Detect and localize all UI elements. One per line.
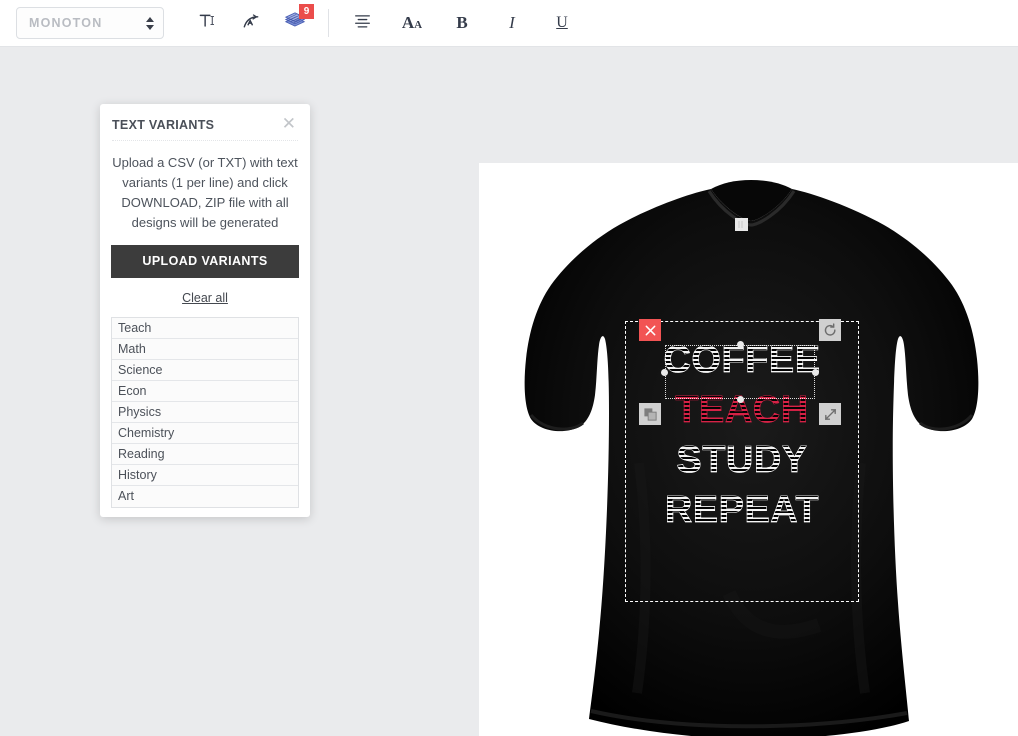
collar-tag [735,218,748,231]
align-button[interactable] [343,4,381,42]
list-item[interactable]: Teach [112,318,298,339]
list-item[interactable]: Chemistry [112,423,298,444]
italic-icon: I [509,13,515,32]
handle-mid-left[interactable] [661,368,668,376]
underline-button[interactable]: U [543,4,581,42]
spinner-arrows-icon [145,16,155,30]
panel-header: TEXT VARIANTS ✕ [100,104,310,140]
handle-mid-top[interactable] [736,341,744,348]
list-item[interactable]: Econ [112,381,298,402]
handle-mid-right[interactable] [812,368,819,376]
text-cursor-icon [198,11,217,35]
rotate-icon [824,322,836,336]
duplicate-layer-button[interactable] [639,403,661,425]
bold-button[interactable]: B [443,4,481,42]
upload-variants-button[interactable]: UPLOAD VARIANTS [111,245,299,278]
toolbar-divider [328,9,329,37]
panel-description: Upload a CSV (or TXT) with text variants… [112,155,298,230]
list-item[interactable]: History [112,465,298,486]
layers-count-badge: 9 [299,4,314,19]
resize-arrow-icon [824,408,836,420]
align-center-icon [354,13,371,34]
delete-layer-button[interactable] [639,319,661,341]
list-item[interactable]: Science [112,360,298,381]
handle-mid-bottom[interactable] [736,396,744,403]
variants-list[interactable]: Teach Math Science Econ Physics Chemistr… [111,317,299,508]
underline-icon: U [556,14,568,31]
curve-text-button[interactable] [232,4,270,42]
selection-frame [665,345,815,399]
resize-layer-button[interactable] [819,403,841,425]
close-icon[interactable]: ✕ [280,115,298,132]
clear-all-link[interactable]: Clear all [100,291,310,305]
bold-icon: B [456,13,468,32]
layers-button[interactable]: 9 [276,4,314,42]
panel-title: TEXT VARIANTS [112,118,215,132]
top-toolbar: MONOTON 9 AA B I U [0,0,1018,47]
font-family-value: MONOTON [29,16,103,30]
copy-icon [643,407,657,421]
text-tool-button[interactable] [188,4,226,42]
product-canvas[interactable]: COFFEE TEACH STUDY REPEAT [479,163,1018,736]
font-size-icon: AA [401,13,423,32]
text-variants-panel: TEXT VARIANTS ✕ Upload a CSV (or TXT) wi… [100,104,310,517]
font-family-select[interactable]: MONOTON [16,7,164,39]
editor-workspace: COFFEE TEACH STUDY REPEAT [0,47,1018,736]
selection-overlay[interactable] [639,319,841,425]
rotate-layer-button[interactable] [819,319,841,341]
list-item[interactable]: Art [112,486,298,507]
font-size-button[interactable]: AA [393,4,431,42]
italic-button[interactable]: I [493,4,531,42]
curved-text-icon [241,11,261,36]
close-icon [645,325,655,335]
list-item[interactable]: Reading [112,444,298,465]
list-item[interactable]: Math [112,339,298,360]
list-item[interactable]: Physics [112,402,298,423]
